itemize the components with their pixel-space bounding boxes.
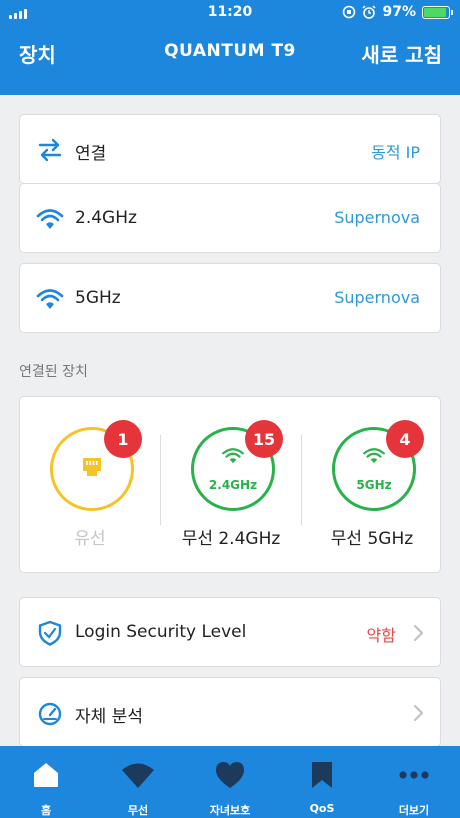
wireless-5-band: 5GHz: [356, 478, 392, 492]
battery-percent: 97%: [382, 4, 416, 20]
battery-icon: [422, 5, 453, 19]
heart-icon: [215, 762, 245, 788]
shield-icon: [38, 620, 62, 646]
wifi-24-label: 2.4GHz: [75, 208, 137, 228]
wireless-24-count-badge: 15: [245, 420, 283, 458]
ethernet-port-icon: [83, 458, 101, 476]
tab-parental-control[interactable]: 자녀보호: [184, 746, 276, 818]
login-security-value: 약함: [366, 626, 396, 645]
status-bar: 11:20 97%: [0, 0, 460, 26]
connected-devices-heading: 연결된 장치: [19, 364, 88, 380]
wireless-24-band: 2.4GHz: [208, 478, 258, 492]
tab-wireless-label: 무선: [127, 804, 149, 817]
connection-row[interactable]: 연결 동적 IP: [19, 114, 441, 184]
wireless-5-count-badge: 4: [386, 420, 424, 458]
swap-arrows-icon: [38, 138, 62, 162]
wired-count-badge: 1: [104, 420, 142, 458]
alarm-icon: [362, 5, 377, 19]
self-diagnosis-row[interactable]: 자체 분석: [19, 677, 441, 747]
wifi-24-ssid: Supernova: [334, 208, 420, 227]
self-diagnosis-label: 자체 분석: [75, 707, 143, 727]
wireless-5-label: 무선 5GHz: [330, 529, 414, 549]
app-header: 11:20 97% 장치 QUANTUM T9 새로 고침: [0, 0, 460, 95]
bottom-tab-bar: 홈 무선 자녀보호 QoS 더보기: [0, 746, 460, 818]
tab-parental-control-label: 자녀보호: [209, 804, 251, 817]
wireless-24-label: 무선 2.4GHz: [181, 529, 281, 549]
tab-qos-label: QoS: [309, 802, 335, 815]
tab-qos[interactable]: QoS: [276, 746, 368, 818]
lock-rotation-icon: [343, 5, 356, 19]
more-icon: [399, 771, 429, 779]
tab-more[interactable]: 더보기: [368, 746, 460, 818]
connection-value: 동적 IP: [371, 143, 420, 162]
wifi-24-row[interactable]: 2.4GHz Supernova: [19, 183, 441, 253]
wired-label: 유선: [74, 529, 106, 549]
connection-label: 연결: [75, 144, 107, 164]
wireless-5-devices[interactable]: 5GHz 4 무선 5GHz: [302, 397, 442, 574]
wifi-5-row[interactable]: 5GHz Supernova: [19, 263, 441, 333]
refresh-button[interactable]: 새로 고침: [361, 39, 442, 68]
wifi-icon: [36, 209, 64, 229]
home-icon: [34, 763, 58, 787]
wifi-icon: [222, 448, 244, 464]
wifi-5-label: 5GHz: [75, 288, 121, 308]
tab-home-label: 홈: [40, 804, 52, 817]
wifi-5-ssid: Supernova: [334, 288, 420, 307]
nav-bar: 장치 QUANTUM T9 새로 고침: [0, 34, 460, 70]
wired-devices[interactable]: 1 유선: [20, 397, 160, 574]
bookmark-icon: [312, 762, 332, 788]
tab-home[interactable]: 홈: [0, 746, 92, 818]
connected-devices-card: 1 유선 2.4GHz 15 무선 2.4GHz 5GHz 4 무선 5GHz: [19, 396, 441, 573]
wifi-icon: [363, 448, 385, 464]
gauge-icon: [38, 702, 62, 726]
login-security-label: Login Security Level: [75, 622, 247, 642]
login-security-row[interactable]: Login Security Level 약함: [19, 597, 441, 667]
tab-more-label: 더보기: [398, 804, 430, 817]
wireless-24-devices[interactable]: 2.4GHz 15 무선 2.4GHz: [161, 397, 301, 574]
chevron-right-icon: [413, 704, 424, 722]
tab-wireless[interactable]: 무선: [92, 746, 184, 818]
wifi-icon: [122, 763, 154, 788]
chevron-right-icon: [413, 624, 424, 642]
wifi-icon: [36, 289, 64, 309]
